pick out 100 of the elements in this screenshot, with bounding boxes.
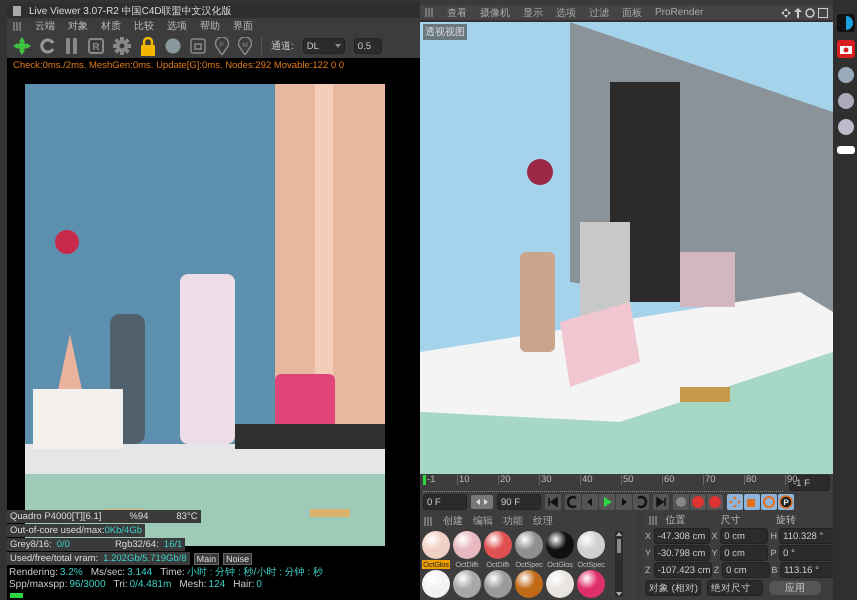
camera-icon[interactable] — [837, 40, 855, 58]
pause-icon[interactable] — [65, 38, 79, 54]
menu-item[interactable]: 查看 — [447, 6, 467, 20]
window-icon — [13, 6, 21, 16]
menu-item[interactable]: 对象 — [68, 19, 88, 33]
menu-item[interactable]: 摄像机 — [480, 6, 510, 20]
menu-item[interactable]: 显示 — [523, 6, 543, 20]
menu-item[interactable]: 创建 — [443, 514, 463, 528]
position-field[interactable]: -107.423 cm — [654, 562, 712, 578]
render-region-icon[interactable]: R — [88, 38, 104, 54]
arrow-icon[interactable] — [794, 8, 802, 18]
menu-item[interactable]: ProRender — [655, 7, 704, 18]
end-frame-field[interactable]: 90 F — [497, 494, 541, 510]
settings-icon[interactable] — [113, 37, 131, 55]
menu-item[interactable]: 选项 — [556, 6, 576, 20]
axis-label: Y — [712, 548, 718, 558]
number-field[interactable]: 0.5 — [354, 38, 382, 54]
stat-label: Rgb32/64: — [114, 539, 159, 550]
status-value: 3.144 — [127, 567, 152, 579]
parameter-tool-icon[interactable]: P — [778, 494, 794, 510]
grip-icon — [424, 516, 433, 526]
light-icon[interactable] — [837, 144, 855, 156]
status-label: Rendering: — [9, 567, 58, 579]
window-icon[interactable] — [818, 8, 828, 18]
menu-item[interactable]: 功能 — [503, 514, 523, 528]
material-swatch[interactable] — [546, 531, 574, 559]
status-label: Mesh: — [179, 579, 207, 591]
axis-label: X — [712, 531, 718, 541]
position-field[interactable]: -30.798 cm — [654, 545, 710, 561]
status-label: Time: — [160, 567, 185, 579]
next-key-icon[interactable] — [616, 494, 632, 510]
material-swatch[interactable] — [515, 570, 543, 598]
menu-item[interactable]: 选项 — [167, 19, 187, 33]
position-field[interactable]: -47.308 cm — [654, 528, 710, 544]
view-button[interactable]: Noise — [223, 552, 252, 564]
menu-item[interactable]: 编辑 — [473, 514, 493, 528]
skip-start-icon[interactable] — [545, 494, 561, 510]
menu-item[interactable]: 帮助 — [200, 19, 220, 33]
apply-button[interactable]: 应用 — [769, 581, 821, 595]
range-arrows-icon[interactable] — [471, 495, 493, 509]
rotation-field[interactable]: 113.16 ° — [780, 562, 835, 578]
tick-label: 30 — [539, 474, 580, 484]
size-mode-dropdown[interactable]: 绝对尺寸 — [707, 580, 763, 596]
sphere-icon[interactable] — [837, 118, 855, 136]
menu-item[interactable]: 材质 — [101, 19, 121, 33]
sphere-icon[interactable] — [837, 66, 855, 84]
stat-label: Out-of-core used/max: — [10, 525, 105, 536]
tick-label: 10 — [457, 474, 498, 484]
start-frame-field[interactable]: 0 F — [423, 494, 467, 510]
view-label: 透视视图 — [423, 24, 467, 40]
menu-item[interactable]: 面板 — [622, 6, 642, 20]
menu-item[interactable]: 比较 — [134, 19, 154, 33]
channel-dropdown[interactable]: DL — [302, 38, 345, 54]
scrollbar-icon[interactable] — [615, 531, 623, 597]
sphere-icon[interactable] — [165, 38, 181, 54]
material-swatch[interactable] — [484, 531, 512, 559]
skip-end-icon[interactable] — [653, 494, 669, 510]
material-swatch[interactable] — [515, 531, 543, 559]
status-value: 124 — [208, 579, 226, 591]
lock-icon[interactable] — [140, 36, 156, 56]
view-button[interactable]: Main — [194, 552, 220, 564]
stat-value: 1.202Gb/5.719Gb/8 — [103, 553, 187, 564]
grip-icon — [649, 516, 658, 524]
status-value: 96/3000 — [69, 579, 106, 591]
move-icon[interactable] — [781, 8, 791, 18]
axis-label: B — [772, 565, 778, 575]
menu-item[interactable]: 界面 — [233, 19, 253, 33]
axis-label: P — [770, 548, 778, 558]
size-field[interactable]: 0 cm — [720, 545, 768, 561]
material-swatch[interactable] — [484, 570, 512, 598]
tick-label: 50 — [621, 474, 662, 484]
frame-icon[interactable] — [190, 38, 206, 54]
size-field[interactable]: 0 cm — [720, 528, 768, 544]
mode-dropdown[interactable]: 对象 (相对) — [645, 580, 701, 596]
material-swatch[interactable] — [546, 570, 574, 598]
prev-key-icon[interactable] — [582, 494, 598, 510]
rotation-field[interactable]: 110.328 ° — [779, 528, 836, 544]
rotation-field[interactable]: 0 ° — [779, 545, 836, 561]
material-swatch[interactable] — [422, 570, 450, 598]
play-icon[interactable] — [599, 494, 615, 510]
menu-item[interactable]: 云端 — [35, 19, 55, 33]
sphere-icon[interactable] — [837, 92, 855, 110]
size-field[interactable]: 0 cm — [722, 562, 770, 578]
status-label: Ms/sec: — [90, 567, 126, 579]
half-circle-icon[interactable] — [837, 14, 855, 32]
material-swatch[interactable] — [577, 570, 605, 598]
tick-label: -1 — [423, 474, 457, 484]
menu-item[interactable]: 过滤 — [589, 6, 609, 20]
material-swatch[interactable] — [453, 531, 481, 559]
material-swatch[interactable] — [577, 531, 605, 559]
material-swatch[interactable] — [453, 570, 481, 598]
gpu-name: Quadro P4000[T][6.1] — [10, 511, 102, 522]
step-forward-icon[interactable] — [633, 494, 649, 510]
menu-item[interactable]: 纹理 — [533, 514, 553, 528]
material-swatch[interactable] — [422, 531, 450, 559]
status-label: Tri: — [114, 579, 128, 591]
reload-icon[interactable] — [40, 38, 56, 54]
tick-label: 40 — [580, 474, 621, 484]
stat-value: 0Kb/4Gb — [104, 525, 142, 536]
step-back-icon[interactable] — [565, 494, 581, 510]
